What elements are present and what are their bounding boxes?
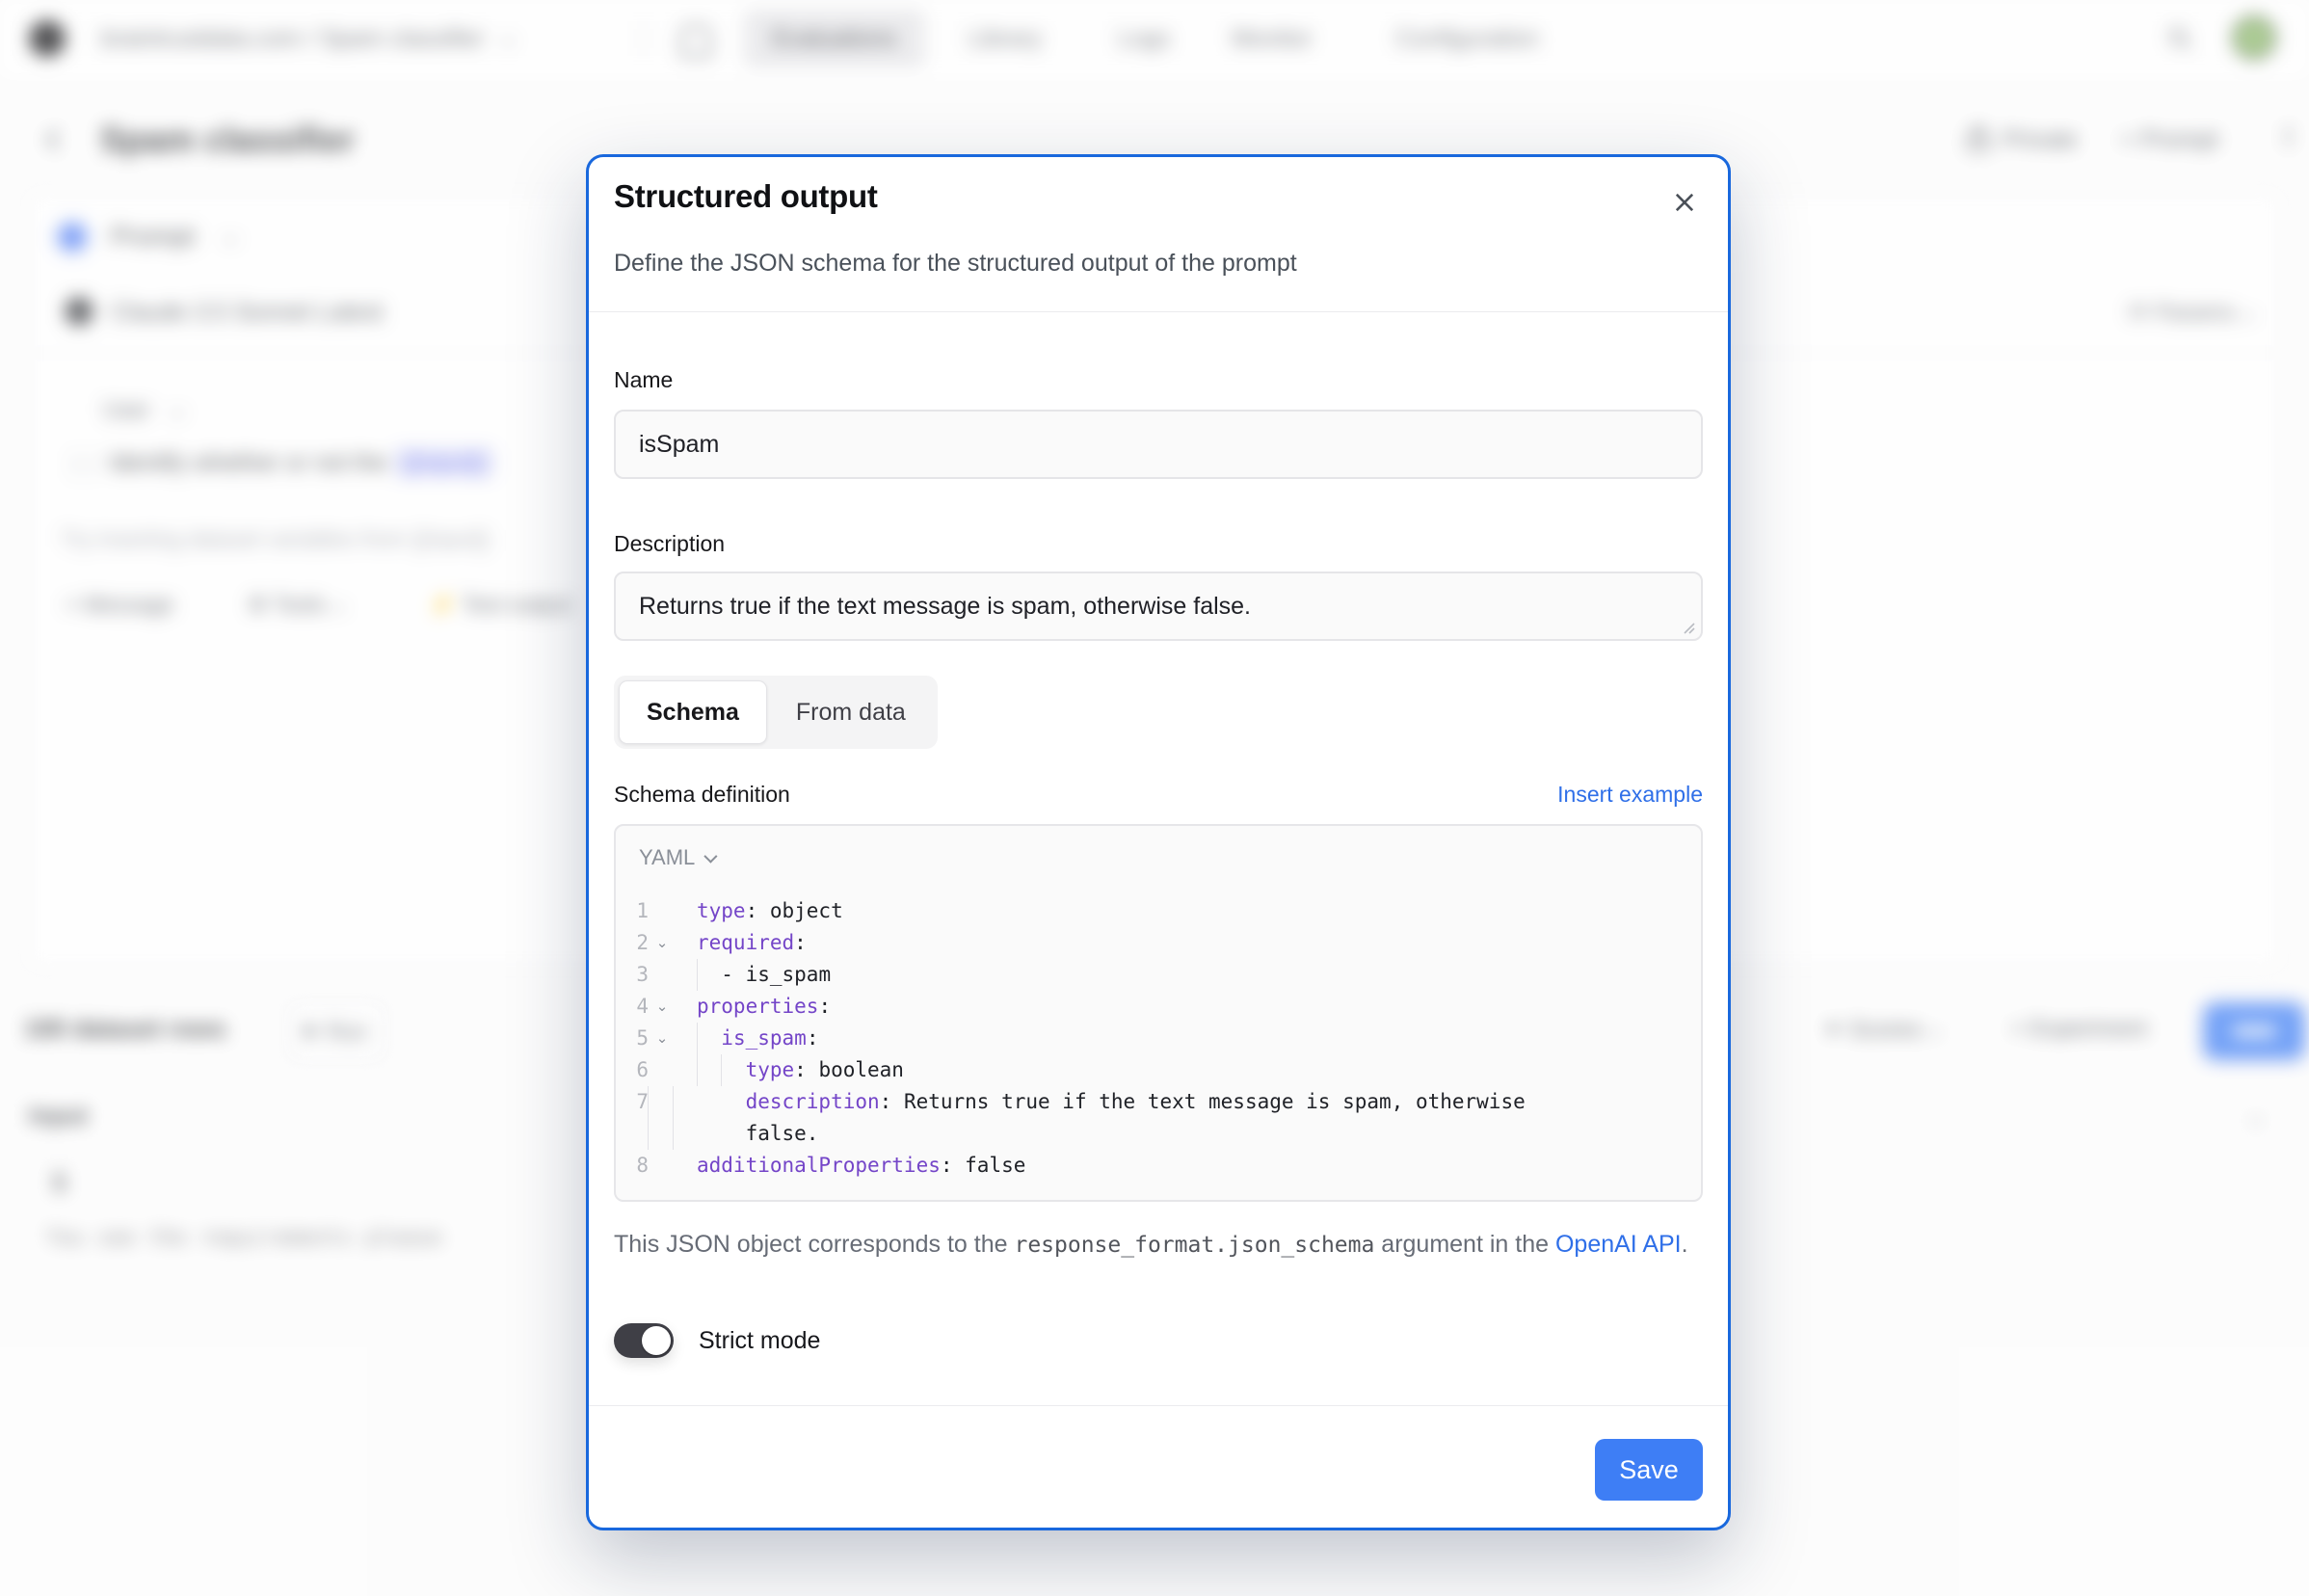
- description-input-value: Returns true if the text message is spam…: [639, 593, 1251, 621]
- code-line[interactable]: 4⌄properties:: [616, 991, 1685, 1023]
- close-icon: [1671, 189, 1698, 216]
- line-number: 1: [616, 895, 649, 927]
- structured-output-dialog: Structured output Define the JSON schema…: [586, 154, 1731, 1530]
- code-line[interactable]: 6 type: boolean: [616, 1054, 1685, 1086]
- language-value: YAML: [639, 845, 695, 870]
- toggle-knob: [642, 1326, 671, 1355]
- indent-guide: [697, 959, 698, 991]
- line-number: 6: [616, 1054, 649, 1086]
- code-text: type: boolean: [676, 1054, 1685, 1086]
- dialog-subtitle: Define the JSON schema for the structure…: [614, 250, 1297, 278]
- code-text: required:: [676, 927, 1685, 959]
- close-button[interactable]: [1668, 186, 1701, 219]
- fold-chevron-icon[interactable]: ⌄: [649, 1023, 676, 1054]
- screen: braintrustdata.com / Spam classifier Eva…: [0, 0, 2309, 1596]
- indent-guide: [721, 1054, 722, 1086]
- code-text: type: object: [676, 895, 1685, 927]
- indent-guide: [697, 1023, 698, 1054]
- line-number: 3: [616, 959, 649, 991]
- line-number: 5: [616, 1023, 649, 1054]
- line-number: 2: [616, 927, 649, 959]
- schema-note: This JSON object corresponds to the resp…: [614, 1225, 1703, 1264]
- name-input-value: isSpam: [639, 431, 719, 459]
- language-chevron-icon: [704, 850, 718, 864]
- tab-from-data[interactable]: From data: [769, 681, 933, 743]
- code-text: properties:: [676, 991, 1685, 1023]
- strict-mode-label: Strict mode: [699, 1327, 820, 1355]
- openai-api-link[interactable]: OpenAI API: [1555, 1231, 1682, 1258]
- indent-guide: [648, 1086, 649, 1150]
- fold-chevron-icon[interactable]: ⌄: [649, 991, 676, 1023]
- line-number: 7: [616, 1086, 649, 1118]
- insert-example-link[interactable]: Insert example: [1557, 782, 1703, 808]
- name-label: Name: [614, 367, 673, 393]
- description-label: Description: [614, 531, 725, 557]
- indent-guide: [697, 1054, 698, 1086]
- footer-divider: [589, 1405, 1728, 1406]
- code-line[interactable]: 5⌄ is_spam:: [616, 1023, 1685, 1054]
- description-textarea[interactable]: Returns true if the text message is spam…: [614, 572, 1703, 641]
- strict-mode-toggle[interactable]: [614, 1323, 674, 1358]
- save-button[interactable]: Save: [1595, 1439, 1703, 1501]
- resize-handle-icon[interactable]: [1682, 621, 1695, 634]
- tab-schema[interactable]: Schema: [619, 680, 767, 744]
- code-text: - is_spam: [676, 959, 1685, 991]
- strict-mode-row: Strict mode: [614, 1323, 820, 1358]
- name-input[interactable]: isSpam: [614, 410, 1703, 479]
- fold-chevron-icon[interactable]: ⌄: [649, 927, 676, 959]
- code-line[interactable]: 2⌄required:: [616, 927, 1685, 959]
- schema-definition-label: Schema definition: [614, 782, 790, 808]
- code-text: description: Returns true if the text me…: [676, 1086, 1562, 1150]
- code-line[interactable]: 7 description: Returns true if the text …: [616, 1086, 1685, 1150]
- code-text: additionalProperties: false: [676, 1150, 1685, 1182]
- indent-guide: [673, 1086, 674, 1150]
- line-number: 4: [616, 991, 649, 1023]
- response-format-code: response_format.json_schema: [1014, 1233, 1374, 1258]
- schema-code-editor[interactable]: YAML 1type: object2⌄required:3 - is_spam…: [614, 824, 1703, 1202]
- dialog-title: Structured output: [614, 178, 878, 215]
- language-selector[interactable]: YAML: [639, 845, 714, 870]
- header-divider: [589, 311, 1728, 312]
- line-number: 8: [616, 1150, 649, 1182]
- code-lines: 1type: object2⌄required:3 - is_spam4⌄pro…: [616, 895, 1685, 1182]
- code-line[interactable]: 3 - is_spam: [616, 959, 1685, 991]
- schema-source-tabs: Schema From data: [614, 676, 938, 749]
- code-line[interactable]: 8 additionalProperties: false: [616, 1150, 1685, 1182]
- code-line[interactable]: 1 type: object: [616, 895, 1685, 927]
- code-text: is_spam:: [676, 1023, 1685, 1054]
